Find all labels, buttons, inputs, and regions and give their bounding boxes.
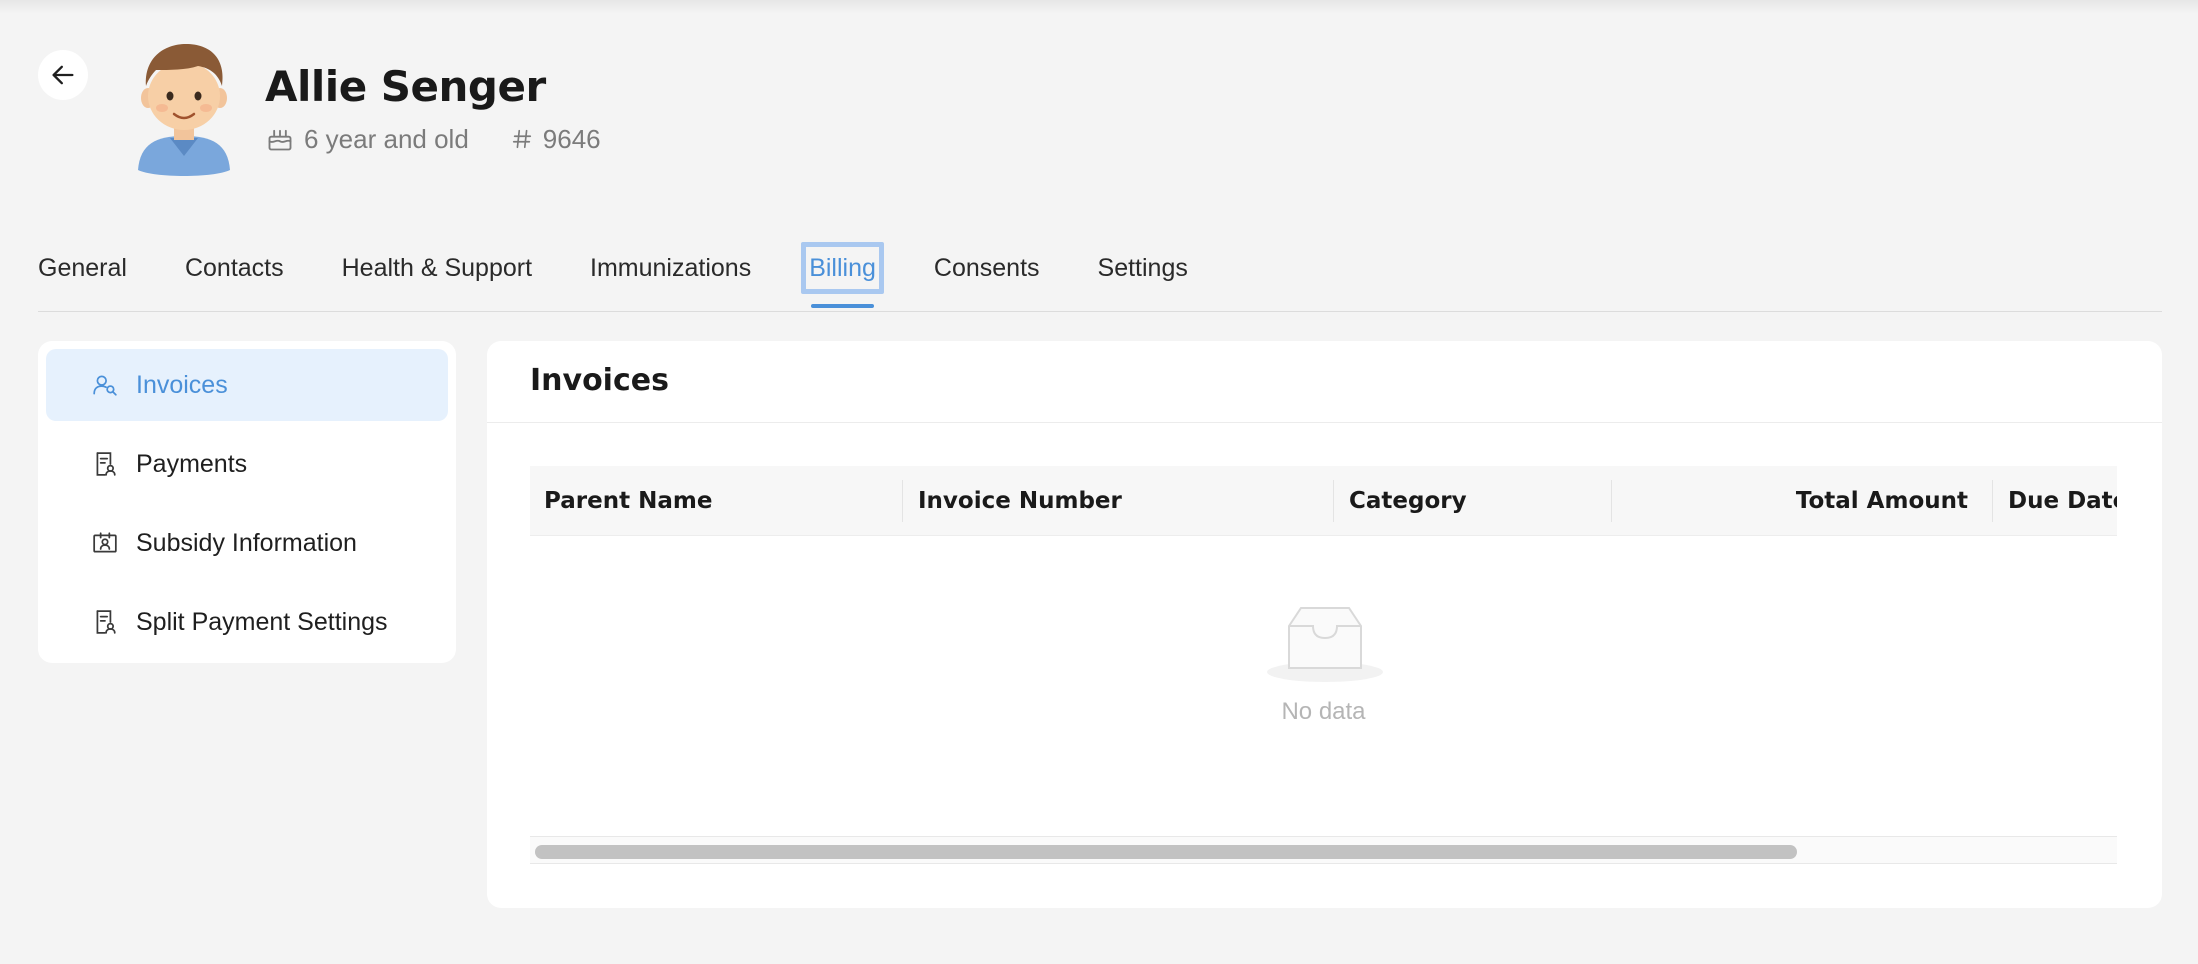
empty-text: No data: [1281, 698, 1366, 725]
menu-item-label: Split Payment Settings: [136, 607, 388, 636]
child-name: Allie Senger: [265, 62, 546, 111]
focus-ring: [801, 242, 884, 294]
tab-health-support[interactable]: Health & Support: [342, 248, 532, 312]
billing-side-menu: Invoices Payments Subsidy Information Sp…: [38, 341, 456, 663]
column-header-due-date[interactable]: Due Date: [2008, 466, 2117, 536]
scrollbar-thumb[interactable]: [535, 845, 1797, 859]
column-header-parent-name[interactable]: Parent Name: [544, 466, 712, 536]
menu-item-label: Invoices: [136, 370, 228, 399]
menu-item-split-payment-settings[interactable]: Split Payment Settings: [46, 586, 448, 658]
back-button[interactable]: [38, 50, 88, 100]
tab-consents[interactable]: Consents: [934, 248, 1040, 312]
top-shade: [0, 0, 2198, 14]
tab-contacts[interactable]: Contacts: [185, 248, 284, 312]
tab-general[interactable]: General: [38, 248, 127, 312]
tab-immunizations[interactable]: Immunizations: [590, 248, 751, 312]
invoices-table: Parent Name Invoice Number Category Tota…: [530, 466, 2117, 864]
column-header-total-amount[interactable]: Total Amount: [1796, 466, 1968, 536]
age-text: 6 year and old: [304, 123, 469, 154]
menu-item-subsidy-information[interactable]: Subsidy Information: [46, 507, 448, 579]
avatar: [134, 40, 234, 178]
user-search-icon: [92, 372, 118, 398]
tabs-divider: [38, 311, 2162, 312]
column-separator: [902, 480, 903, 522]
table-header: Parent Name Invoice Number Category Tota…: [530, 466, 2117, 536]
hash-icon: [512, 129, 531, 149]
tab-billing[interactable]: Billing: [801, 242, 884, 312]
child-meta: 6 year and old 9646: [266, 122, 601, 156]
arrow-left-icon: [52, 65, 74, 85]
column-separator: [1333, 480, 1334, 522]
profile-tabs: General Contacts Health & Support Immuni…: [38, 242, 1246, 312]
tab-settings[interactable]: Settings: [1098, 248, 1188, 312]
menu-item-payments[interactable]: Payments: [46, 428, 448, 500]
column-separator: [1611, 480, 1612, 522]
child-id: 9646: [542, 123, 601, 154]
menu-item-invoices[interactable]: Invoices: [46, 349, 448, 421]
empty-state: No data: [530, 606, 2117, 746]
active-tab-indicator: [811, 304, 874, 308]
column-separator: [1992, 480, 1993, 522]
empty-inbox-icon: [1267, 607, 1383, 682]
column-header-invoice-number[interactable]: Invoice Number: [918, 466, 1122, 536]
id-card-icon: [92, 530, 118, 556]
column-header-category[interactable]: Category: [1349, 466, 1467, 536]
panel-title: Invoices: [530, 363, 669, 398]
panel-divider: [487, 422, 2162, 423]
menu-item-label: Subsidy Information: [136, 528, 357, 557]
receipt-user-icon: [92, 609, 118, 635]
invoices-panel: Invoices Parent Name Invoice Number Cate…: [487, 341, 2162, 908]
cake-icon: [268, 129, 292, 151]
horizontal-scrollbar[interactable]: [530, 836, 2117, 864]
menu-item-label: Payments: [136, 449, 248, 478]
receipt-user-icon: [92, 451, 118, 477]
